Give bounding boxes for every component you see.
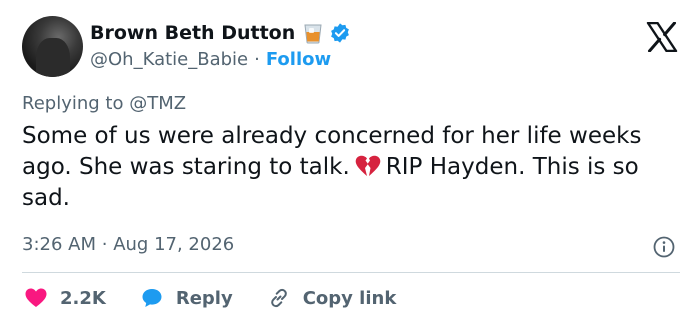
x-logo-icon[interactable] xyxy=(646,21,678,53)
speech-bubble-icon xyxy=(142,289,162,307)
info-icon[interactable] xyxy=(653,236,675,258)
action-bar: 2.2K Reply Copy link xyxy=(24,286,430,310)
tweet-card: Brown Beth Dutton @Oh_Katie_Babie · Foll… xyxy=(0,0,700,326)
tweet-time: 3:26 AM xyxy=(22,234,96,255)
replying-to: Replying to @TMZ xyxy=(22,93,186,114)
tweet-timestamp[interactable]: 3:26 AM · Aug 17, 2026 xyxy=(22,234,234,255)
display-name[interactable]: Brown Beth Dutton xyxy=(90,22,295,44)
like-button[interactable]: 2.2K xyxy=(24,286,106,310)
user-handle[interactable]: @Oh_Katie_Babie xyxy=(90,49,248,70)
like-count: 2.2K xyxy=(60,287,106,309)
heart-icon xyxy=(25,288,47,307)
link-icon xyxy=(270,288,287,308)
follow-button[interactable]: Follow xyxy=(266,49,331,70)
whiskey-glass-icon xyxy=(303,22,323,44)
name-row: Brown Beth Dutton xyxy=(90,22,351,44)
avatar[interactable] xyxy=(22,16,83,77)
reply-button[interactable]: Reply xyxy=(140,286,233,310)
tweet-header: Brown Beth Dutton @Oh_Katie_Babie · Foll… xyxy=(20,16,680,78)
divider xyxy=(22,272,680,273)
verified-badge-icon xyxy=(329,22,351,44)
separator-dot: · xyxy=(254,49,260,70)
copy-link-label: Copy link xyxy=(302,287,397,309)
tweet-date: Aug 17, 2026 xyxy=(113,234,235,255)
reply-mention-link[interactable]: @TMZ xyxy=(129,93,186,114)
handle-row: @Oh_Katie_Babie · Follow xyxy=(90,49,331,70)
tweet-text: Some of us were already concerned for he… xyxy=(22,121,642,214)
separator-dot: · xyxy=(101,234,108,255)
replying-prefix: Replying to xyxy=(22,93,130,114)
broken-heart-icon xyxy=(354,154,382,178)
reply-label: Reply xyxy=(175,287,233,309)
copy-link-button[interactable]: Copy link xyxy=(267,286,397,310)
